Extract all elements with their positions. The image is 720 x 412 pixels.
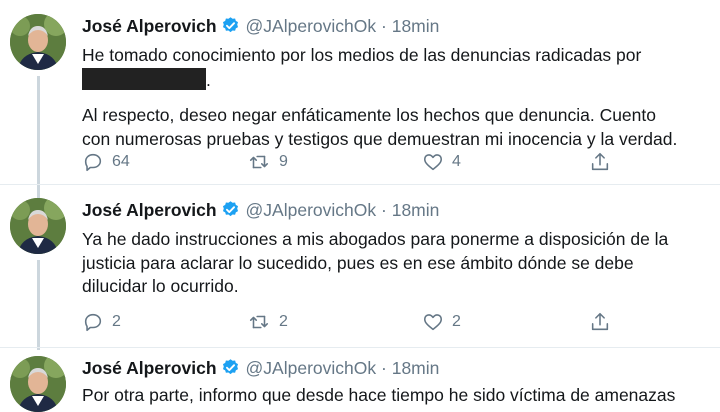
like-button[interactable]: 2 <box>422 310 461 334</box>
reply-count: 2 <box>112 313 121 330</box>
reply-count: 64 <box>112 153 130 170</box>
verified-badge-icon <box>221 358 240 383</box>
avatar-photo <box>10 198 66 254</box>
tweet-timestamp[interactable]: 18min <box>392 358 440 378</box>
separator-dot: · <box>381 358 387 378</box>
avatar-photo <box>10 14 66 70</box>
retweet-icon <box>249 155 269 169</box>
tweet-text: He tomado conocimiento por los medios de… <box>82 44 717 151</box>
tweet-text-line: dilucidar lo ocurrido. <box>82 276 239 296</box>
thread-line <box>37 260 40 350</box>
share-icon <box>591 312 609 331</box>
author-name[interactable]: José Alperovich <box>82 16 217 36</box>
share-icon <box>591 152 609 171</box>
author-handle[interactable]: @JAlperovichOk <box>246 16 377 36</box>
tweet-text-line <box>82 92 717 104</box>
tweet-header: José Alperovich @JAlperovichOk · 18min <box>82 198 439 222</box>
thread-line <box>37 76 40 216</box>
tweet-text-line: Ya he dado instrucciones a mis abogados … <box>82 229 669 249</box>
like-count: 4 <box>452 153 461 170</box>
tweet-text-line: Al respecto, deseo negar enfáticamente l… <box>82 105 656 125</box>
avatar-photo <box>10 356 66 412</box>
verified-badge-icon <box>221 16 240 41</box>
separator-dot: · <box>381 16 387 36</box>
retweet-count: 2 <box>279 313 288 330</box>
verified-badge-icon <box>221 200 240 225</box>
tweet-text-line: . <box>82 67 717 93</box>
like-count: 2 <box>452 313 461 330</box>
reply-icon <box>84 153 102 172</box>
share-button[interactable] <box>589 150 611 174</box>
tweet-divider <box>0 347 720 348</box>
tweet-divider <box>0 184 720 185</box>
tweet-actions: 2 2 2 <box>82 310 622 334</box>
share-button[interactable] <box>589 310 611 334</box>
like-button[interactable]: 4 <box>422 150 461 174</box>
reply-icon <box>84 313 102 332</box>
author-handle[interactable]: @JAlperovichOk <box>246 200 377 220</box>
tweet-text-line: Por otra parte, informo que desde hace t… <box>82 385 676 405</box>
tweet[interactable]: José Alperovich @JAlperovichOk · 18min Po… <box>0 356 720 412</box>
tweet-text-line: con numerosas pruebas y testigos que dem… <box>82 128 678 149</box>
tweet-actions: 64 9 4 <box>82 150 622 174</box>
retweet-icon <box>249 315 269 329</box>
avatar[interactable] <box>10 198 66 254</box>
tweet-text: Por otra parte, informo que desde hace t… <box>82 384 717 408</box>
tweet-header: José Alperovich @JAlperovichOk · 18min <box>82 356 439 380</box>
tweet-text-line: He tomado conocimiento por los medios de… <box>82 45 642 65</box>
tweet-header: José Alperovich @JAlperovichOk · 18min <box>82 14 439 38</box>
author-name[interactable]: José Alperovich <box>82 358 217 378</box>
reply-button[interactable]: 64 <box>82 150 130 174</box>
author-handle[interactable]: @JAlperovichOk <box>246 358 377 378</box>
tweet-timestamp[interactable]: 18min <box>392 200 440 220</box>
reply-button[interactable]: 2 <box>82 310 121 334</box>
tweet[interactable]: José Alperovich @JAlperovichOk · 18min He… <box>0 14 720 216</box>
heart-icon <box>423 154 443 171</box>
retweet-button[interactable]: 2 <box>247 310 288 334</box>
heart-icon <box>423 314 443 331</box>
retweet-count: 9 <box>279 153 288 170</box>
retweet-button[interactable]: 9 <box>247 150 288 174</box>
avatar[interactable] <box>10 356 66 412</box>
separator-dot: · <box>381 200 387 220</box>
tweet-text-line: justicia para aclarar lo sucedido, pues … <box>82 252 634 273</box>
redacted-text <box>82 67 206 90</box>
avatar[interactable] <box>10 14 66 70</box>
tweet-text: Ya he dado instrucciones a mis abogados … <box>82 228 717 299</box>
tweet-timestamp[interactable]: 18min <box>392 16 440 36</box>
author-name[interactable]: José Alperovich <box>82 200 217 220</box>
tweet[interactable]: José Alperovich @JAlperovichOk · 18min Ya… <box>0 198 720 350</box>
